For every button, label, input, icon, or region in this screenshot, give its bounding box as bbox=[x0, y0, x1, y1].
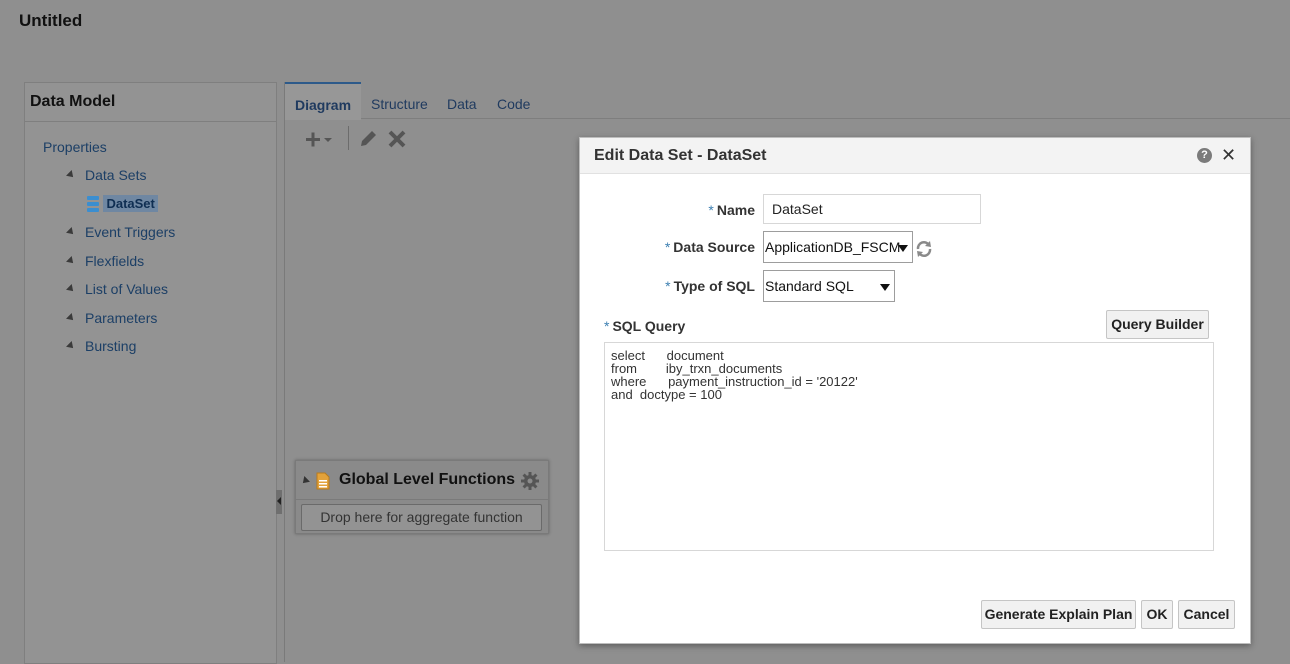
add-icon[interactable] bbox=[305, 130, 335, 148]
help-icon[interactable]: ? bbox=[1197, 148, 1212, 163]
required-marker: * bbox=[664, 239, 671, 255]
tree-item-properties[interactable]: Properties bbox=[43, 139, 107, 155]
tree-item-event-triggers[interactable]: Event Triggers bbox=[66, 224, 176, 240]
dialog-header: Edit Data Set - DataSet ? ✕ bbox=[580, 138, 1250, 174]
tree-item-label: Flexfields bbox=[85, 253, 145, 269]
data-source-value: ApplicationDB_FSCM bbox=[765, 239, 901, 255]
tree-item-bursting[interactable]: Bursting bbox=[66, 338, 137, 354]
divider bbox=[296, 499, 548, 500]
edit-data-set-dialog: Edit Data Set - DataSet ? ✕ * Name DataSe… bbox=[579, 137, 1251, 644]
refresh-icon[interactable] bbox=[915, 240, 933, 258]
tree-item-label: Event Triggers bbox=[85, 224, 176, 240]
tab-diagram[interactable]: Diagram bbox=[285, 82, 362, 120]
data-source-label: * Data Source bbox=[664, 239, 755, 255]
query-builder-button[interactable]: Query Builder bbox=[1106, 310, 1209, 339]
required-marker: * bbox=[708, 202, 714, 218]
data-model-title: Data Model bbox=[25, 83, 276, 122]
ok-button[interactable]: OK bbox=[1141, 600, 1173, 629]
tree-item-label: DataSet bbox=[103, 195, 158, 213]
page-title: Untitled bbox=[19, 11, 83, 30]
aggregate-drop-zone[interactable]: Drop here for aggregate function bbox=[301, 504, 542, 531]
type-of-sql-value: Standard SQL bbox=[765, 278, 854, 294]
gear-icon[interactable] bbox=[521, 472, 539, 490]
cancel-button[interactable]: Cancel bbox=[1178, 600, 1235, 629]
document-icon bbox=[316, 472, 330, 490]
name-field[interactable]: DataSet bbox=[763, 194, 981, 224]
global-functions-box: Global Level Functions Drop here for agg… bbox=[295, 460, 549, 534]
tab-structure[interactable]: Structure bbox=[371, 96, 428, 112]
chevron-down-icon bbox=[880, 284, 890, 291]
expand-triangle-icon[interactable] bbox=[66, 170, 76, 180]
tree-item-dataset[interactable]: DataSet bbox=[87, 195, 158, 213]
required-marker: * bbox=[604, 318, 610, 334]
close-icon[interactable]: ✕ bbox=[1221, 145, 1236, 166]
name-label: * Name bbox=[708, 202, 755, 218]
tree-item-label: Bursting bbox=[85, 338, 137, 354]
type-of-sql-label: * Type of SQL bbox=[665, 278, 755, 294]
tree-item-data-sets[interactable]: Data Sets bbox=[66, 167, 147, 183]
expand-triangle-icon[interactable] bbox=[66, 256, 76, 266]
global-functions-title: Global Level Functions bbox=[339, 471, 516, 488]
edit-icon[interactable] bbox=[358, 129, 378, 149]
tree-item-label: Data Sets bbox=[85, 167, 147, 183]
dialog-title: Edit Data Set - DataSet bbox=[594, 147, 767, 164]
data-model-panel: Data Model Properties Data Sets DataSet … bbox=[24, 82, 277, 664]
type-of-sql-select[interactable]: Standard SQL bbox=[763, 270, 895, 302]
tree-item-flexfields[interactable]: Flexfields bbox=[66, 253, 145, 269]
expand-triangle-icon[interactable] bbox=[66, 284, 76, 294]
collapse-left-icon[interactable] bbox=[277, 497, 281, 505]
collapse-triangle-icon[interactable] bbox=[300, 476, 310, 486]
dataset-icon bbox=[87, 195, 99, 212]
expand-triangle-icon[interactable] bbox=[66, 227, 76, 237]
expand-triangle-icon[interactable] bbox=[66, 341, 76, 351]
tree-item-list-of-values[interactable]: List of Values bbox=[66, 281, 169, 297]
sql-query-label: * SQL Query bbox=[604, 318, 686, 334]
expand-triangle-icon[interactable] bbox=[66, 313, 76, 323]
data-source-select[interactable]: ApplicationDB_FSCM bbox=[763, 231, 913, 263]
toolbar-divider bbox=[348, 126, 349, 150]
tree-item-label: List of Values bbox=[85, 281, 169, 297]
tree-item-parameters[interactable]: Parameters bbox=[66, 310, 158, 326]
tab-data[interactable]: Data bbox=[447, 96, 477, 112]
generate-explain-plan-button[interactable]: Generate Explain Plan bbox=[981, 600, 1136, 629]
tab-code[interactable]: Code bbox=[497, 96, 530, 112]
tree-item-label: Parameters bbox=[85, 310, 158, 326]
sql-query-textarea[interactable]: select document from iby_trxn_documents … bbox=[604, 342, 1214, 551]
delete-icon[interactable] bbox=[387, 129, 407, 149]
chevron-down-icon bbox=[898, 245, 908, 252]
required-marker: * bbox=[665, 278, 671, 294]
tab-bar: Diagram Structure Data Code bbox=[285, 82, 1290, 120]
